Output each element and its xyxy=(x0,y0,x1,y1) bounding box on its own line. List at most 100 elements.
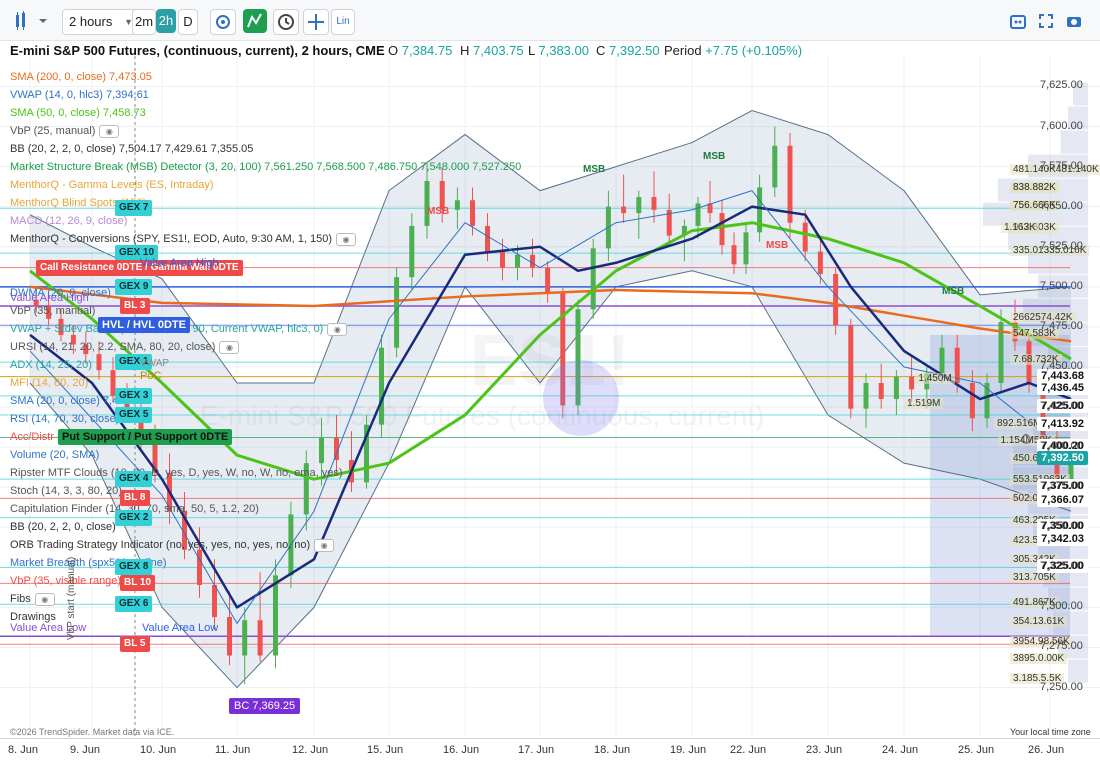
msb-label: MSB xyxy=(942,286,965,297)
interval-2h-button[interactable]: 2h xyxy=(156,9,176,33)
level-tag: BL 5 xyxy=(120,636,150,653)
msb-label: MSB xyxy=(427,206,450,217)
price-tick-label: 7,550.00 xyxy=(1040,199,1083,212)
chart-type-icon[interactable] xyxy=(10,9,34,33)
legend-item[interactable]: SMA (50, 0, close) 7,458.73 xyxy=(10,104,430,122)
value-area-low-label-2: Value Area Low xyxy=(142,622,219,634)
volume-label: 1.450M xyxy=(915,372,955,384)
eye-icon[interactable]: ◉ xyxy=(336,232,357,246)
legend-item-label: BB (20, 2, 2, 0, close) xyxy=(10,521,116,533)
price-tag: 7,436.45 xyxy=(1037,380,1088,395)
legend-item[interactable]: BB (20, 2, 2, 0, close) 7,504.17 7,429.6… xyxy=(10,140,430,158)
price-tick-label: 7,475.00 xyxy=(1040,319,1083,332)
price-tick-label: 7,300.00 xyxy=(1040,600,1083,613)
crosshair-icon[interactable] xyxy=(303,9,329,35)
clock-icon[interactable] xyxy=(273,9,299,35)
toolbar: 2 hours ▼ 2m 2h D Lin xyxy=(0,0,1100,41)
time-tick-label: 16. Jun xyxy=(443,744,480,756)
candle-body xyxy=(939,347,945,374)
candle-body xyxy=(833,273,839,326)
time-tick-label: 23. Jun xyxy=(806,744,843,756)
legend-item[interactable]: VWAP + Stdev Bands (1, 2, 3, 4, 1D, 90, … xyxy=(10,320,430,338)
poc-label: PoC xyxy=(140,370,162,382)
candle-body xyxy=(470,200,475,226)
legend-item[interactable]: Capitulation Finder (14, 30, 70, sma, 50… xyxy=(10,500,430,518)
legend-item-label: Volume (20, SMA) xyxy=(10,449,100,461)
indicator-legend: SMA (200, 0, close) 7,473.05 VWAP (14, 0,… xyxy=(10,68,521,626)
legend-item-label: Ripster MTF Clouds (10, 20, D, yes, D, y… xyxy=(10,467,343,479)
legend-item[interactable]: MenthorQ Blind Spots (150) xyxy=(10,194,430,212)
candle-body xyxy=(969,382,975,419)
eye-icon[interactable]: ◉ xyxy=(34,592,55,606)
legend-item[interactable]: ORB Trading Strategy Indicator (no, yes,… xyxy=(10,536,430,554)
legend-item[interactable]: SMA (200, 0, close) 7,473.05 xyxy=(10,68,430,86)
level-tag: BL 10 xyxy=(120,575,156,592)
ohlc-open: O 7,384.75 xyxy=(388,43,453,58)
eye-icon[interactable]: ◉ xyxy=(314,538,335,552)
legend-item[interactable]: VWAP (14, 0, hlc3) 7,394.61 xyxy=(10,86,430,104)
level-tag: GEX 9 xyxy=(115,278,153,295)
interval-2m-button[interactable]: 2m xyxy=(132,9,156,35)
legend-item[interactable]: Ripster MTF Clouds (10, 20, D, yes, D, y… xyxy=(10,464,430,482)
eye-icon[interactable]: ◉ xyxy=(219,340,240,354)
price-tick-label: 7,350.00 xyxy=(1040,520,1083,533)
legend-item-label: MenthorQ - Conversions (SPY, ES1!, EOD, … xyxy=(10,233,333,245)
candle-body xyxy=(485,225,490,252)
candle-body xyxy=(878,382,884,400)
msb-label: MSB xyxy=(766,240,789,251)
time-tick-label: 24. Jun xyxy=(882,744,919,756)
legend-item[interactable]: MenthorQ - Gamma Levels (ES, Intraday) xyxy=(10,176,430,194)
camera-icon[interactable] xyxy=(1062,9,1086,33)
interval-select[interactable]: 2 hours ▼ xyxy=(62,9,138,35)
chevron-down-icon[interactable] xyxy=(36,9,50,33)
watermark-name: E-mini S&P 500 Futures (continuous, curr… xyxy=(200,400,765,431)
candle-body xyxy=(590,248,596,310)
legend-item-label: BB (20, 2, 2, 0, close) 7,504.17 7,429.6… xyxy=(10,143,254,155)
level-tag: HVL / HVL 0DTE xyxy=(98,317,190,334)
legend-item[interactable]: MFI (14, 80, 20) xyxy=(10,374,430,392)
legend-item[interactable]: URSI (14, 21, 20, 2.2, SMA, 80, 20, clos… xyxy=(10,338,430,356)
eye-icon[interactable]: ◉ xyxy=(99,124,120,138)
pattern-icon[interactable] xyxy=(243,9,267,33)
price-tick-label: 7,600.00 xyxy=(1040,119,1083,132)
fullscreen-icon[interactable] xyxy=(1034,9,1058,33)
eye-icon[interactable]: ◉ xyxy=(327,322,348,336)
legend-item[interactable]: ADX (14, 25, 20) xyxy=(10,356,430,374)
candle-body xyxy=(545,267,551,294)
volume-label: 354.13.61K xyxy=(1010,616,1068,628)
volume-label: 313.705K xyxy=(1010,571,1059,583)
legend-item[interactable]: MenthorQ - Conversions (SPY, ES1!, EOD, … xyxy=(10,230,430,248)
legend-item[interactable]: BB (20, 2, 2, 0, close) xyxy=(10,518,430,536)
interval-d-button[interactable]: D xyxy=(178,9,198,35)
legend-item[interactable]: VbP (25, manual) ◉ xyxy=(10,122,430,140)
robot-icon[interactable] xyxy=(1006,9,1030,33)
candle-body xyxy=(817,251,823,274)
price-tick-label: 7,575.00 xyxy=(1040,159,1083,172)
legend-item[interactable]: Volume (20, SMA) xyxy=(10,446,430,464)
legend-item[interactable]: VbP (35, manual) xyxy=(10,302,430,320)
level-tag: GEX 8 xyxy=(115,559,153,576)
legend-item[interactable]: Market Structure Break (MSB) Detector (3… xyxy=(10,158,521,176)
price-tick-label: 7,625.00 xyxy=(1040,79,1083,92)
candle-body xyxy=(621,206,627,214)
legend-item-label: MFI (14, 80, 20) xyxy=(10,377,89,389)
price-tag: 7,366.07 xyxy=(1037,493,1088,508)
gear-icon[interactable] xyxy=(210,9,236,35)
candle-body xyxy=(454,200,460,210)
legend-item-label: Stoch (14, 3, 3, 80, 20) xyxy=(10,485,122,497)
volume-label: 1.163K xyxy=(1001,222,1039,234)
volume-label: 1.519M xyxy=(904,398,944,410)
time-tick-label: 17. Jun xyxy=(518,744,555,756)
time-tick-label: 10. Jun xyxy=(140,744,177,756)
legend-item[interactable]: MACD (12, 26, 9, close) xyxy=(10,212,430,230)
time-tick-label: 15. Jun xyxy=(367,744,404,756)
interval-select-label: 2 hours xyxy=(69,14,113,29)
candle-body xyxy=(515,254,520,268)
time-tick-label: 9. Jun xyxy=(70,744,100,756)
legend-item[interactable]: Stoch (14, 3, 3, 80, 20) xyxy=(10,482,430,500)
msb-label: MSB xyxy=(583,164,606,175)
level-tag: GEX 3 xyxy=(115,387,153,404)
volume-profile-bar xyxy=(1060,130,1088,154)
price-tick-label: 7,375.00 xyxy=(1040,480,1083,493)
linear-scale-button[interactable]: Lin xyxy=(331,9,355,35)
